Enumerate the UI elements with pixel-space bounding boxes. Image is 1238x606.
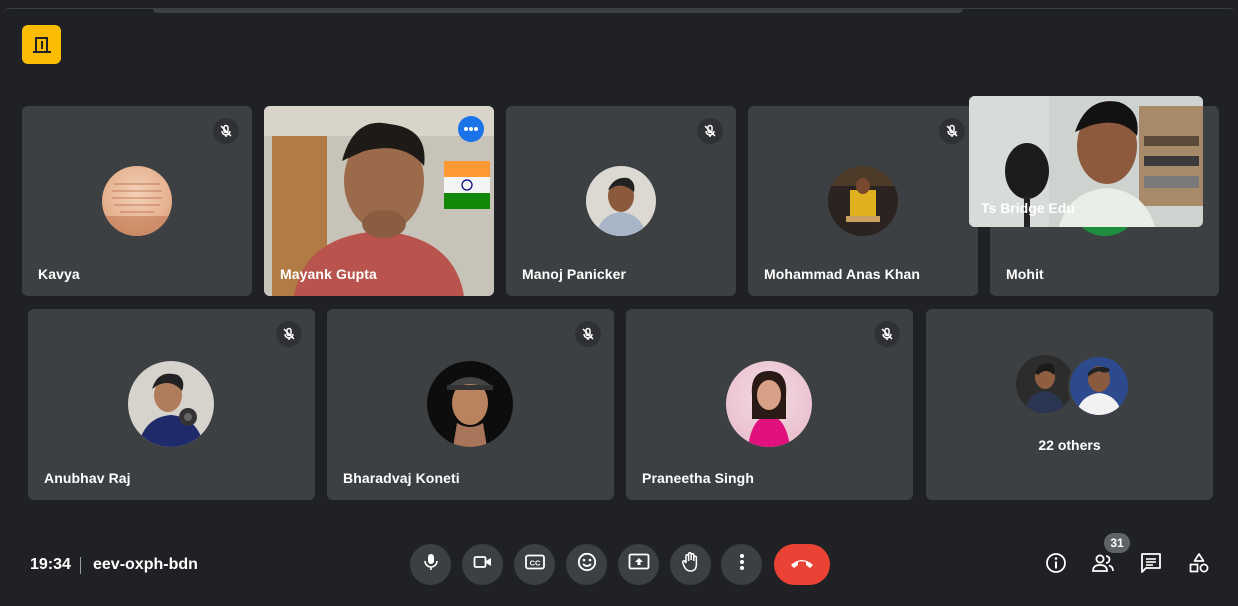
avatar — [586, 166, 656, 236]
participant-tile-mohammad-anas-khan[interactable]: Mohammad Anas Khan — [748, 106, 978, 296]
end-call-icon — [789, 556, 815, 574]
meeting-code: eev-oxph-bdn — [93, 556, 198, 573]
people-button[interactable] — [1090, 552, 1116, 578]
avatar — [828, 166, 898, 236]
speaking-indicator-icon — [458, 116, 484, 142]
mic-off-icon — [939, 118, 965, 144]
mic-button[interactable] — [410, 544, 451, 585]
activities-button[interactable] — [1186, 552, 1212, 578]
participant-name: Manoj Panicker — [522, 266, 627, 282]
present-icon — [628, 553, 650, 576]
mic-off-icon — [575, 321, 601, 347]
others-count-label: 22 others — [1038, 437, 1101, 453]
mic-off-icon — [276, 321, 302, 347]
mic-off-icon — [213, 118, 239, 144]
people-count-badge: 31 — [1104, 533, 1130, 553]
participant-tile-praneetha-singh[interactable]: Praneetha Singh — [626, 309, 913, 500]
participant-name: Kavya — [38, 266, 80, 282]
others-tile[interactable]: 22 others — [926, 309, 1213, 500]
raise-hand-button[interactable] — [670, 544, 711, 585]
avatar — [128, 361, 214, 447]
top-bar — [153, 9, 963, 13]
more-options-icon — [739, 553, 745, 576]
divider — [80, 557, 81, 574]
self-view-name: Ts Bridge Edu — [981, 200, 1075, 216]
avatar — [726, 361, 812, 447]
svg-text:CC: CC — [529, 559, 540, 568]
avatar — [1016, 355, 1074, 413]
participant-name: Praneetha Singh — [642, 470, 754, 486]
meeting-info-button[interactable] — [1043, 552, 1069, 578]
captions-icon: CC — [524, 554, 545, 575]
mic-icon — [422, 553, 440, 576]
avatar — [102, 166, 172, 236]
participant-tile-kavya[interactable]: Kavya — [22, 106, 252, 296]
participant-tile-bharadvaj-koneti[interactable]: Bharadvaj Koneti — [327, 309, 614, 500]
more-options-button[interactable] — [721, 544, 762, 585]
chat-icon — [1140, 552, 1162, 579]
avatar — [1068, 355, 1130, 417]
chat-button[interactable] — [1138, 552, 1164, 578]
meeting-clock: 19:34 — [30, 556, 71, 573]
activities-icon — [1188, 552, 1210, 579]
participant-tile-mayank-gupta[interactable]: Mayank Gupta — [264, 106, 494, 296]
participant-tile-anubhav-raj[interactable]: Anubhav Raj — [28, 309, 315, 500]
camera-icon — [473, 554, 493, 575]
present-button[interactable] — [618, 544, 659, 585]
participant-name: Mohit — [1006, 266, 1044, 282]
camera-button[interactable] — [462, 544, 503, 585]
avatar — [427, 361, 513, 447]
participant-tile-manoj-panicker[interactable]: Manoj Panicker — [506, 106, 736, 296]
participant-name: Mohammad Anas Khan — [764, 266, 921, 282]
info-icon — [1045, 552, 1067, 579]
captions-button[interactable]: CC — [514, 544, 555, 585]
exit-logo-icon[interactable] — [22, 25, 61, 64]
participant-name: Bharadvaj Koneti — [343, 470, 460, 486]
mic-off-icon — [874, 321, 900, 347]
participant-name: Anubhav Raj — [44, 470, 131, 486]
people-icon — [1091, 553, 1115, 578]
emoji-icon — [577, 552, 597, 577]
participant-name: Mayank Gupta — [280, 266, 377, 282]
raise-hand-icon — [681, 551, 701, 578]
emoji-button[interactable] — [566, 544, 607, 585]
self-view-tile[interactable]: Ts Bridge Edu — [969, 96, 1203, 227]
end-call-button[interactable] — [774, 544, 830, 585]
mic-off-icon — [697, 118, 723, 144]
